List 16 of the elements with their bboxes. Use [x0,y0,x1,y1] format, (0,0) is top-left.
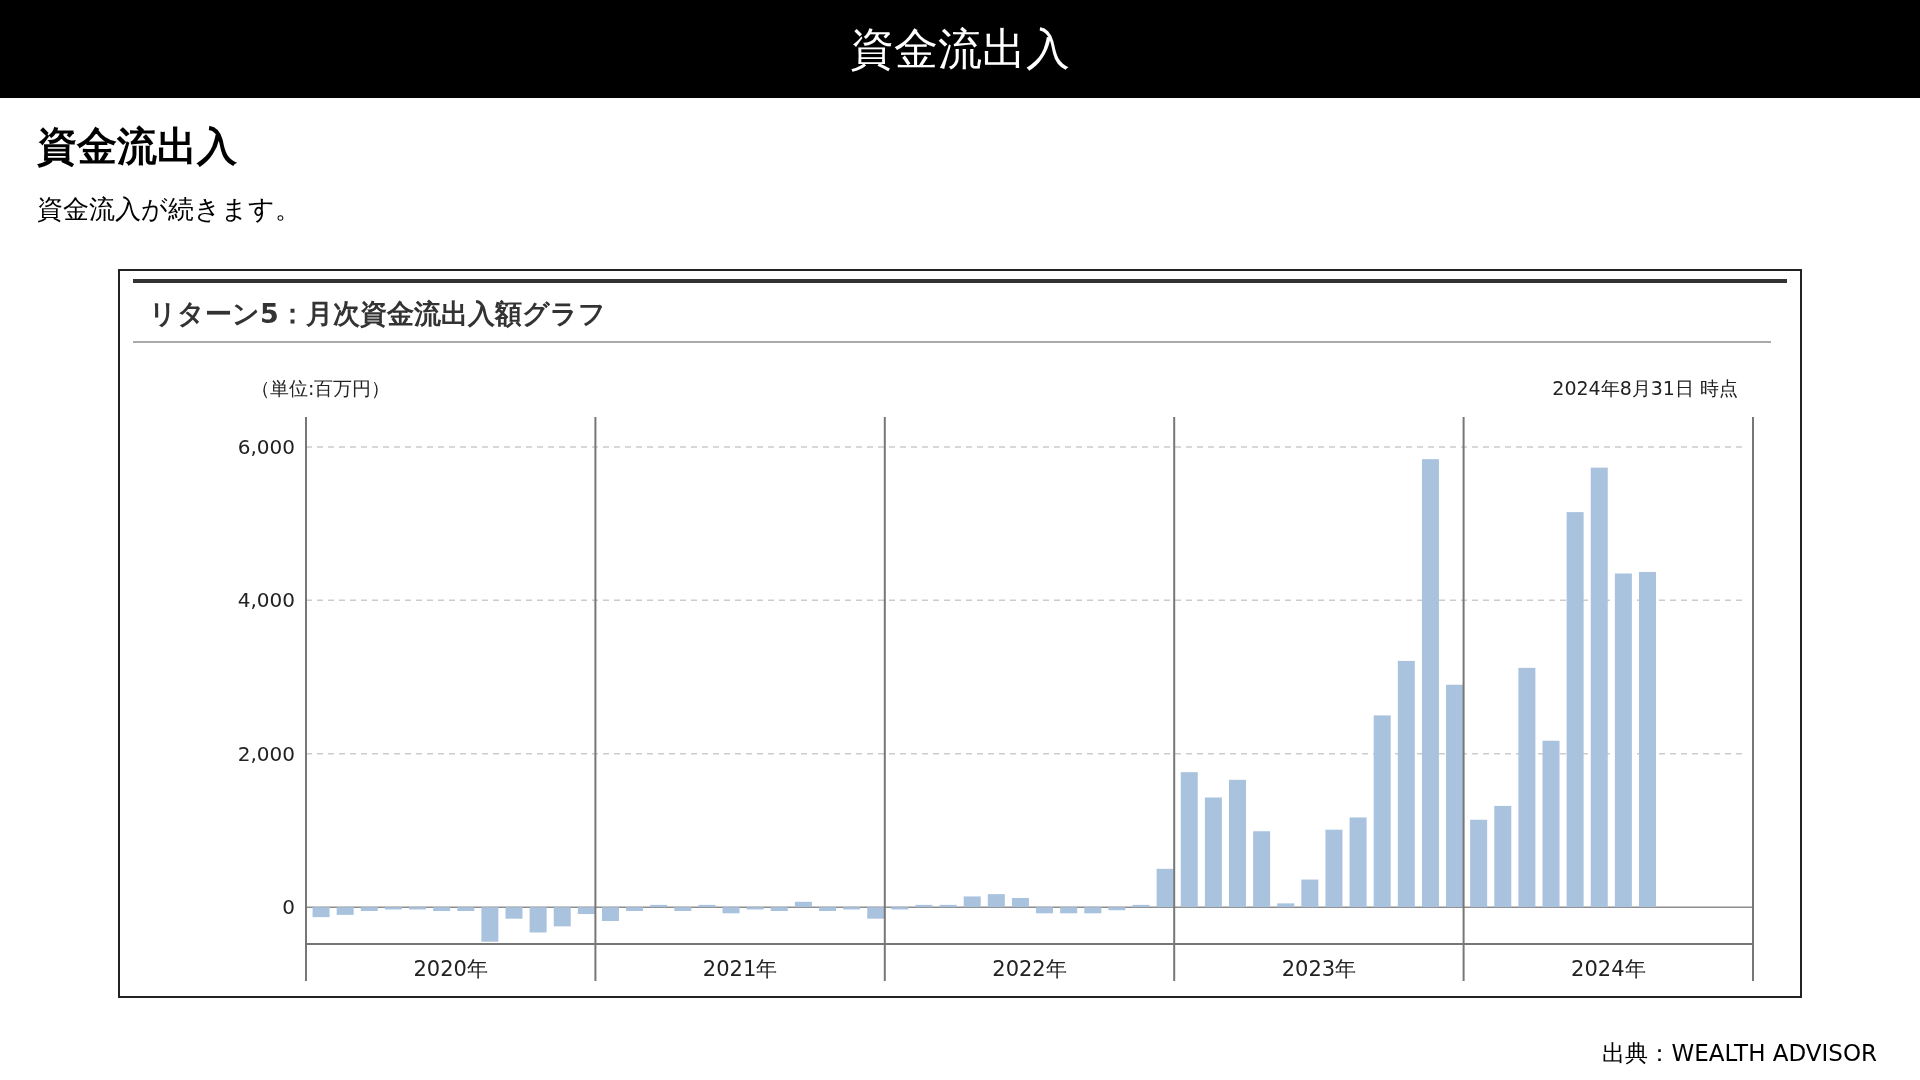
y-tick-label: 4,000 [237,588,295,613]
y-tick-label: 6,000 [237,434,295,459]
chart-title: リターン5：月次資金流出入額グラフ [149,297,606,331]
y-tick-label: 0 [282,895,295,920]
year-label: 2024年 [1571,957,1646,981]
year-label: 2021年 [702,957,778,981]
source-note: 出典：WEALTH ADVISOR [1602,1039,1877,1068]
year-label: 2022年 [992,957,1067,981]
year-label: 2023年 [1281,957,1357,981]
section-heading: 資金流出入 [37,122,237,171]
as-of-date: 2024年8月31日 時点 [1552,377,1738,399]
header-title: 資金流出入 [850,21,1070,76]
year-label: 2020年 [413,957,488,981]
unit-note: （単位:百万円） [251,377,391,399]
y-tick-label: 2,000 [237,741,295,766]
section-description: 資金流入が続きます。 [37,193,302,226]
